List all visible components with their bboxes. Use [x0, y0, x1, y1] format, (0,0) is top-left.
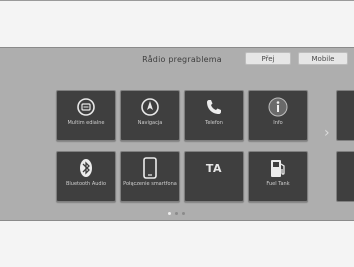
tile-info[interactable]: Info [248, 90, 308, 141]
navigation-icon [121, 96, 179, 118]
infotainment-screen: Rådio pregrablema Přej Mobile Multim edi… [0, 47, 354, 221]
tile-media[interactable]: Multim edialne [56, 90, 116, 141]
bluetooth-icon [57, 157, 115, 179]
tile-label: Połączenie smartfona [123, 181, 177, 187]
page-indicator [168, 212, 185, 215]
phone-icon [185, 96, 243, 118]
tile-smartphone[interactable]: Połączenie smartfona [120, 151, 180, 202]
tile-label: Multim edialne [67, 120, 105, 126]
ta-icon-text: TA [205, 161, 223, 175]
frame-top-border [0, 0, 354, 1]
header-button-1[interactable]: Přej [245, 52, 291, 65]
fuel-icon [249, 157, 307, 179]
page-dot[interactable] [182, 212, 185, 215]
ta-icon: TA [185, 157, 243, 179]
info-icon [249, 96, 307, 118]
tile-bluetooth-audio[interactable]: Bluetooth Audio [56, 151, 116, 202]
tile-phone[interactable]: Telefon [184, 90, 244, 141]
tile-fuel[interactable]: Fuel Tank [248, 151, 308, 202]
tile-ta[interactable]: TA [184, 151, 244, 202]
header-button-2[interactable]: Mobile [298, 52, 348, 65]
tile-label: Navigacja [137, 120, 163, 126]
page-dot[interactable] [175, 212, 178, 215]
tile-label: Fuel Tank [266, 181, 290, 187]
tile-navigation[interactable]: Navigacja [120, 90, 180, 141]
screen-title: Rådio pregrablema [142, 55, 222, 64]
tile-label: Telefon [205, 120, 223, 126]
chevron-right-icon[interactable]: › [324, 126, 330, 140]
media-player-icon [57, 96, 115, 118]
next-page-tile[interactable] [336, 151, 354, 202]
tile-label: Bluetooth Audio [65, 181, 107, 187]
tile-label: Info [273, 120, 283, 126]
smartphone-icon [121, 157, 179, 179]
next-page-tile[interactable] [336, 90, 354, 141]
page-dot[interactable] [168, 212, 171, 215]
